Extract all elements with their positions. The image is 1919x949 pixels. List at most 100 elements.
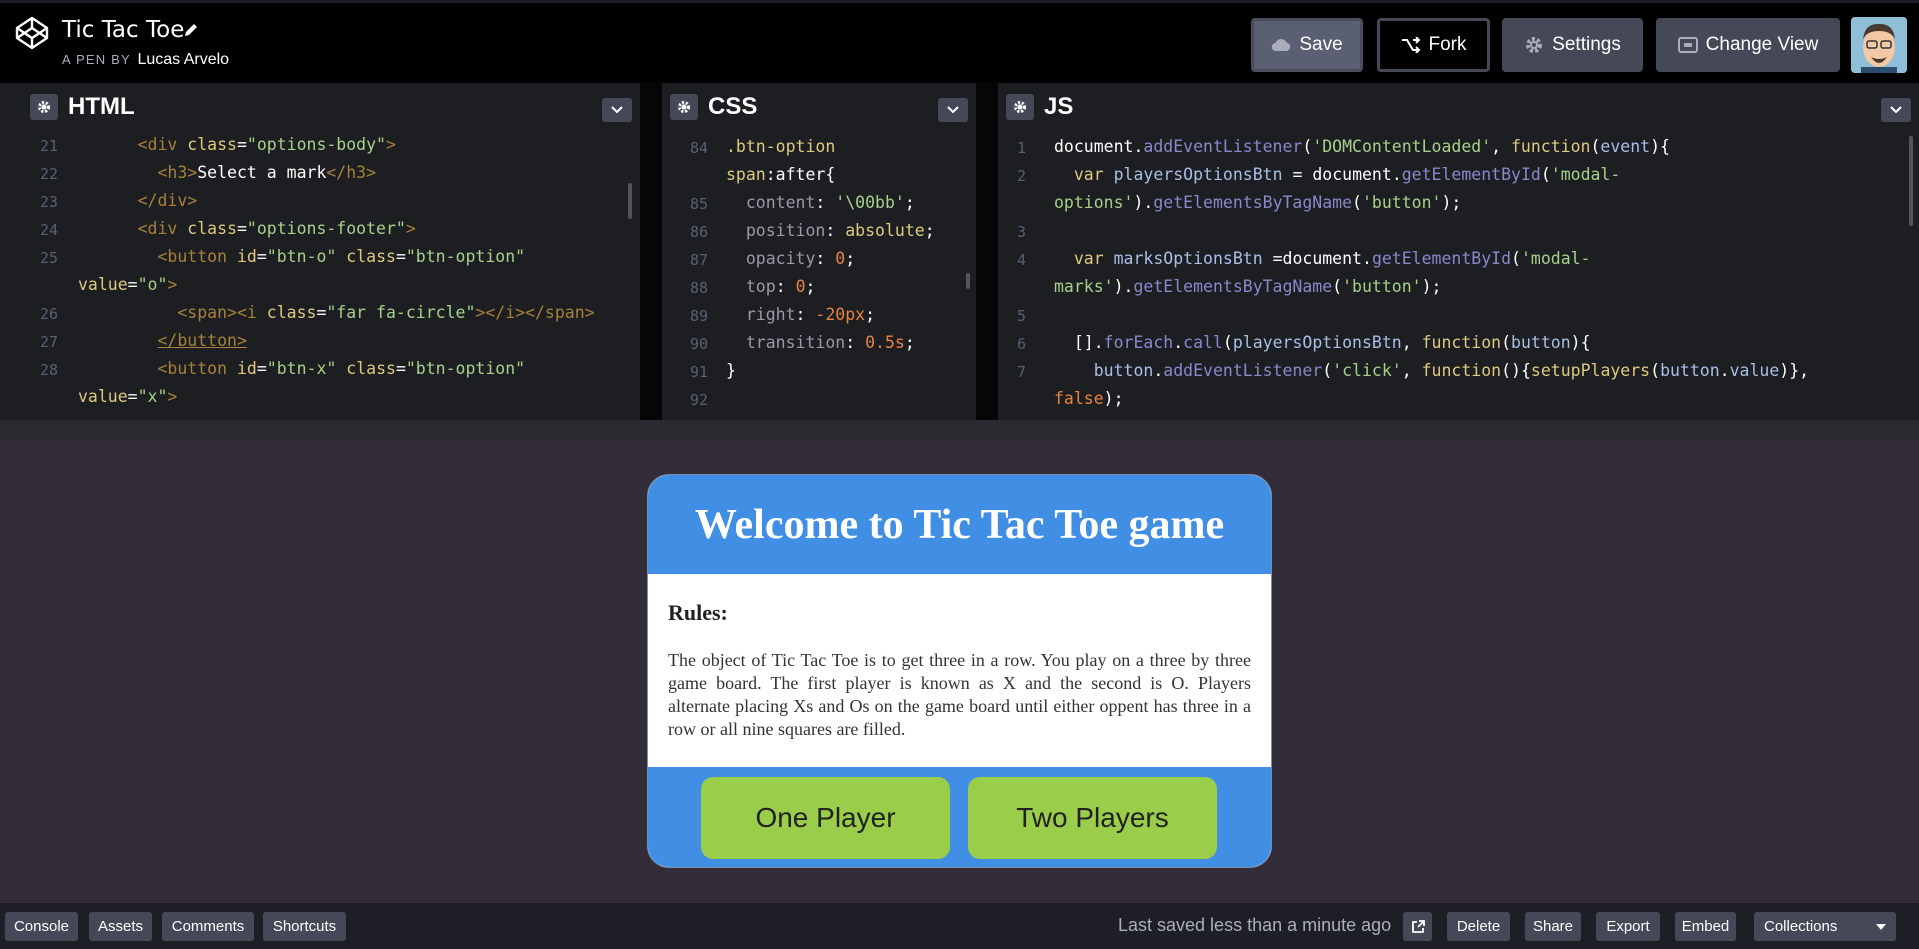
code-line[interactable]: 91}: [662, 361, 976, 389]
css-editor[interactable]: CSS 84 .btn-option span:after{85 content: …: [662, 83, 976, 420]
js-code-area[interactable]: 1 document.addEventListener('DOMContentLo…: [998, 131, 1919, 420]
line-number: 84: [689, 139, 708, 157]
code-line[interactable]: 24 <div class="options-footer">: [0, 219, 640, 247]
html-editor-title: HTML: [68, 93, 135, 120]
caret-down-icon: [1876, 923, 1886, 930]
line-number: 92: [689, 391, 708, 409]
export-button[interactable]: Export: [1596, 912, 1660, 941]
code-line[interactable]: marks').getElementsByTagName('button');: [998, 277, 1919, 305]
change-view-button[interactable]: Change View: [1656, 18, 1840, 72]
line-number: 3: [1016, 223, 1026, 241]
gear-icon: [1526, 37, 1543, 53]
code-text: <button id="btn-x" class="btn-option": [157, 359, 526, 378]
gear-icon: [678, 101, 690, 113]
open-external-button[interactable]: [1403, 912, 1432, 941]
code-line[interactable]: span:after{: [662, 165, 976, 193]
js-collapse-button[interactable]: [1881, 98, 1911, 122]
code-line[interactable]: 22 <h3>Select a mark</h3>: [0, 163, 640, 191]
pencil-edit-icon[interactable]: [182, 21, 200, 39]
code-text: marks').getElementsByTagName('button');: [1054, 277, 1442, 296]
code-text: .btn-option: [726, 137, 836, 156]
html-collapse-button[interactable]: [602, 98, 632, 122]
shortcuts-button[interactable]: Shortcuts: [263, 912, 346, 941]
code-line[interactable]: 86 position: absolute;: [662, 221, 976, 249]
code-line[interactable]: 87 opacity: 0;: [662, 249, 976, 277]
code-text: <div class="options-footer">: [137, 219, 416, 238]
editor-resizer[interactable]: [976, 83, 998, 420]
one-player-button[interactable]: One Player: [701, 777, 950, 859]
code-line[interactable]: 85 content: '\00bb';: [662, 193, 976, 221]
code-text: var playersOptionsBtn = document.getElem…: [1073, 165, 1621, 184]
code-line[interactable]: value="o">: [0, 275, 640, 303]
code-line[interactable]: 88 top: 0;: [662, 277, 976, 305]
code-line[interactable]: options').getElementsByTagName('button')…: [998, 193, 1919, 221]
line-number: 91: [689, 363, 708, 381]
pen-title[interactable]: Tic Tac Toe: [62, 17, 184, 43]
line-number: 90: [689, 335, 708, 353]
settings-button[interactable]: Settings: [1502, 18, 1643, 72]
code-line[interactable]: 90 transition: 0.5s;: [662, 333, 976, 361]
fork-button[interactable]: Fork: [1377, 18, 1490, 72]
codepen-logo-icon[interactable]: [15, 16, 49, 50]
html-code-area[interactable]: 21 <div class="options-body"> 22 <h3>Sele…: [0, 131, 640, 420]
saved-status: Last saved less than a minute ago: [1118, 915, 1392, 935]
code-line[interactable]: 4 var marksOptionsBtn =document.getEleme…: [998, 249, 1919, 277]
js-editor[interactable]: JS 1 document.addEventListener('DOMConten…: [998, 83, 1919, 420]
css-scrollbar[interactable]: [966, 273, 970, 289]
line-number: 7: [1016, 363, 1026, 381]
code-text: <button id="btn-o" class="btn-option": [157, 247, 526, 266]
chevron-down-icon: [1890, 106, 1902, 114]
css-code-area[interactable]: 84 .btn-option span:after{85 content: '\00…: [662, 131, 976, 420]
author-link[interactable]: Lucas Arvelo: [137, 51, 229, 68]
result-resizer[interactable]: [0, 420, 1919, 440]
delete-button[interactable]: Delete: [1447, 912, 1510, 941]
css-collapse-button[interactable]: [938, 98, 968, 122]
welcome-modal: Welcome to Tic Tac Toe game Rules: The o…: [647, 474, 1272, 868]
embed-button[interactable]: Embed: [1675, 912, 1736, 941]
html-settings-button[interactable]: [30, 94, 58, 120]
js-settings-button[interactable]: [1006, 94, 1034, 120]
code-line[interactable]: 23 </div>: [0, 191, 640, 219]
code-line[interactable]: 26 <span><i class="far fa-circle"></i></…: [0, 303, 640, 331]
rules-heading: Rules:: [668, 600, 728, 625]
code-line[interactable]: 25 <button id="btn-o" class="btn-option": [0, 247, 640, 275]
html-editor[interactable]: HTML 21 <div class="options-body"> 22 <h3…: [0, 83, 640, 420]
code-text: false);: [1054, 389, 1124, 408]
code-line[interactable]: 28 <button id="btn-x" class="btn-option": [0, 359, 640, 387]
save-label: Save: [1299, 34, 1343, 55]
code-line[interactable]: 84 .btn-option: [662, 137, 976, 165]
line-number: 24: [39, 221, 58, 239]
share-button[interactable]: Share: [1525, 912, 1581, 941]
two-players-button[interactable]: Two Players: [968, 777, 1217, 859]
save-button[interactable]: Save: [1251, 18, 1363, 72]
line-number: 5: [1016, 307, 1026, 325]
code-line[interactable]: 5: [998, 305, 1919, 333]
user-avatar[interactable]: [1851, 17, 1907, 73]
code-line[interactable]: 27 </button>: [0, 331, 640, 359]
code-line[interactable]: 92: [662, 389, 976, 417]
console-button[interactable]: Console: [5, 912, 78, 941]
modal-header: Welcome to Tic Tac Toe game: [648, 475, 1271, 574]
line-number: 1: [1016, 139, 1026, 157]
js-scrollbar[interactable]: [1909, 136, 1913, 226]
code-line[interactable]: 1 document.addEventListener('DOMContentLo…: [998, 137, 1919, 165]
line-number: 2: [1016, 167, 1026, 185]
editor-resizer[interactable]: [640, 83, 662, 420]
line-number: 26: [39, 305, 58, 323]
code-line[interactable]: 2 var playersOptionsBtn = document.getEl…: [998, 165, 1919, 193]
code-line[interactable]: 6 [].forEach.call(playersOptionsBtn, fun…: [998, 333, 1919, 361]
line-number: 28: [39, 361, 58, 379]
html-scrollbar[interactable]: [628, 183, 632, 219]
assets-button[interactable]: Assets: [89, 912, 152, 941]
code-text: value="o">: [78, 275, 178, 294]
code-line[interactable]: 7 button.addEventListener('click', funct…: [998, 361, 1919, 389]
code-text: top: 0;: [745, 277, 816, 296]
code-line[interactable]: false);: [998, 389, 1919, 417]
code-line[interactable]: 21 <div class="options-body">: [0, 135, 640, 163]
css-settings-button[interactable]: [670, 94, 698, 120]
code-line[interactable]: 3: [998, 221, 1919, 249]
comments-button[interactable]: Comments: [162, 912, 254, 941]
collections-dropdown[interactable]: Collections: [1754, 912, 1896, 941]
code-line[interactable]: 89 right: -20px;: [662, 305, 976, 333]
code-line[interactable]: value="x">: [0, 387, 640, 415]
